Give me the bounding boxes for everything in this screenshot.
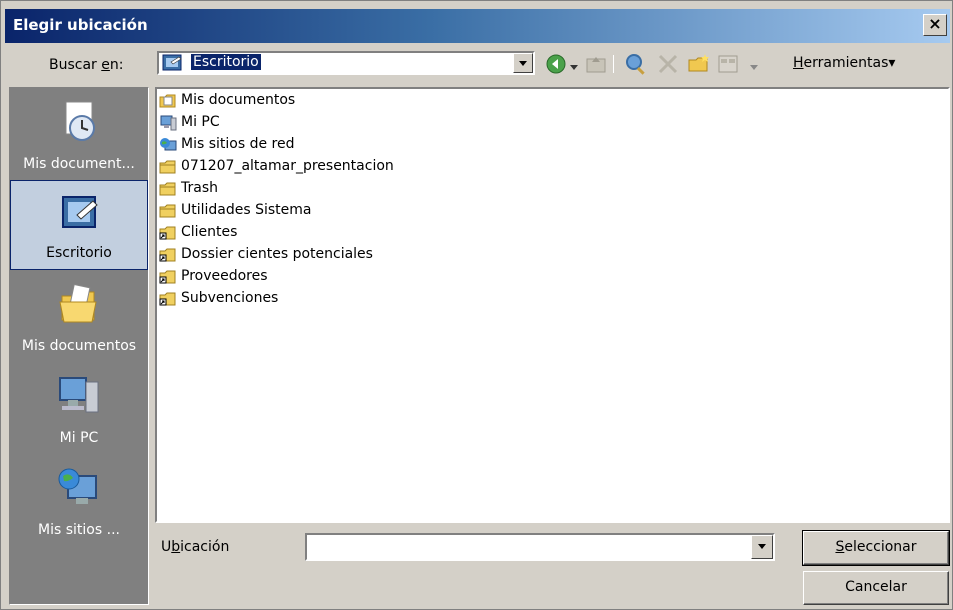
- list-item-label: 071207_altamar_presentacion: [181, 158, 394, 174]
- delete-icon[interactable]: [657, 53, 679, 79]
- list-item-label: Proveedores: [181, 268, 268, 284]
- tools-menu-accel: H: [793, 55, 804, 71]
- select-button[interactable]: Seleccionar: [802, 530, 950, 566]
- folder-shortcut-icon: [159, 291, 177, 311]
- views-dropdown-icon[interactable]: [749, 59, 759, 75]
- back-dropdown-icon[interactable]: [569, 59, 579, 75]
- places-item-label: Mis sitios ...: [38, 522, 120, 538]
- places-item-label: Mis document...: [23, 156, 135, 172]
- places-item-recent[interactable]: Mis document...: [10, 90, 148, 180]
- look-in-label-text-end: n:: [109, 57, 124, 73]
- cancel-button[interactable]: Cancelar: [803, 571, 949, 605]
- back-icon[interactable]: [545, 53, 567, 79]
- location-input[interactable]: [305, 533, 775, 561]
- location-label-accel: b: [171, 539, 181, 555]
- desktop-icon: [59, 191, 101, 239]
- my-documents-folder-icon: [58, 282, 100, 330]
- tools-menu-arrow: ▾: [888, 55, 896, 71]
- network-places-icon: [159, 137, 177, 157]
- location-label: Ubicación: [161, 539, 229, 555]
- title-bar[interactable]: Elegir ubicación ×: [5, 9, 950, 43]
- views-icon[interactable]: [717, 53, 739, 79]
- tools-menu-label: erramientas: [803, 55, 889, 71]
- folder-shortcut-icon: [159, 269, 177, 289]
- select-button-accel: S: [835, 539, 845, 555]
- list-item-label: Mis documentos: [181, 92, 296, 108]
- list-item-label: Subvenciones: [181, 290, 279, 306]
- select-button-label: eleccionar: [844, 539, 917, 555]
- list-item-label: Mis sitios de red: [181, 136, 295, 152]
- list-item-label: Dossier cientes potenciales: [181, 246, 373, 262]
- new-folder-icon[interactable]: [687, 53, 711, 79]
- toolbar-separator: [613, 55, 614, 73]
- folder-shortcut-icon: [159, 247, 177, 267]
- network-places-icon: [58, 466, 100, 514]
- folder-icon: [159, 159, 177, 179]
- places-item-my-documents[interactable]: Mis documentos: [10, 272, 148, 362]
- look-in-label-text: Buscar: [49, 57, 102, 73]
- up-folder-icon[interactable]: [585, 53, 607, 79]
- my-documents-icon: [159, 93, 177, 113]
- places-item-desktop[interactable]: Escritorio: [10, 180, 148, 270]
- my-computer-icon: [58, 374, 100, 422]
- places-item-label: Mis documentos: [21, 338, 137, 354]
- list-item-label: Trash: [181, 180, 218, 196]
- desktop-icon: [162, 54, 184, 76]
- folder-shortcut-icon: [159, 225, 177, 245]
- window-title: Elegir ubicación: [13, 16, 148, 34]
- close-button[interactable]: ×: [923, 14, 947, 36]
- location-label-text-end: icación: [180, 539, 230, 555]
- list-item-label: Mi PC: [181, 114, 220, 130]
- file-list[interactable]: Mis documentos Mi PC Mis sitios de red 0…: [155, 87, 950, 523]
- places-item-network[interactable]: Mis sitios ...: [10, 456, 148, 546]
- list-item-label: Utilidades Sistema: [181, 202, 312, 218]
- look-in-dropdown-arrow[interactable]: [513, 53, 533, 73]
- places-item-label: Mi PC: [59, 430, 99, 446]
- look-in-value: Escritorio: [190, 53, 262, 71]
- search-web-icon[interactable]: [625, 53, 649, 79]
- look-in-label: Buscar en:: [49, 57, 123, 73]
- look-in-combo[interactable]: Escritorio: [157, 51, 535, 75]
- list-item-label: Clientes: [181, 224, 238, 240]
- folder-icon: [159, 203, 177, 223]
- recent-documents-icon: [58, 100, 100, 148]
- location-dropdown-arrow[interactable]: [751, 535, 773, 559]
- choose-location-dialog: Elegir ubicación × Buscar en: Escritorio: [0, 0, 953, 610]
- places-item-my-computer[interactable]: Mi PC: [10, 364, 148, 454]
- location-label-text: U: [161, 539, 172, 555]
- places-bar: Mis document... Escritorio Mis documento…: [9, 87, 149, 605]
- my-computer-icon: [159, 115, 177, 135]
- tools-menu[interactable]: Herramientas▾: [793, 55, 895, 71]
- folder-icon: [159, 181, 177, 201]
- places-item-label: Escritorio: [46, 245, 112, 261]
- toolbar: Herramientas▾: [545, 51, 925, 77]
- look-in-label-accel: e: [101, 57, 110, 73]
